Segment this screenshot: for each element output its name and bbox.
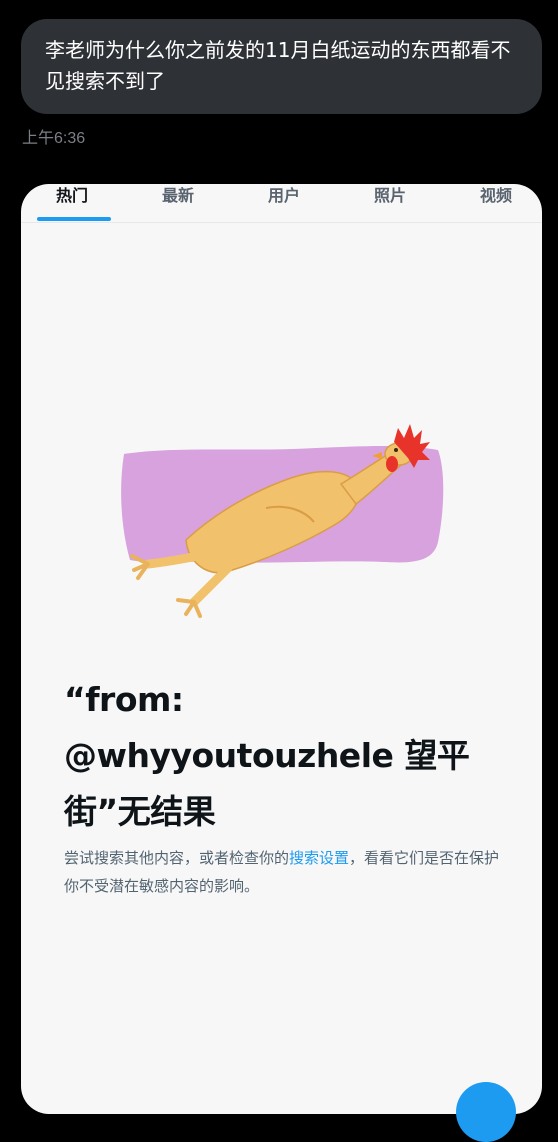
message-timestamp: 上午6:36 bbox=[22, 130, 86, 147]
tab-latest[interactable]: 最新 bbox=[162, 184, 194, 206]
active-tab-indicator bbox=[37, 217, 111, 221]
message-bubble: 李老师为什么你之前发的11月白纸运动的东西都看不见搜索不到了 bbox=[21, 19, 542, 114]
tab-top[interactable]: 热门 bbox=[56, 184, 88, 206]
screenshot-card: 热门 最新 用户 照片 视频 “from: @whyyoutouzhele 望平… bbox=[21, 184, 542, 1114]
rubber-chicken-icon bbox=[121, 424, 444, 618]
search-settings-link[interactable]: 搜索设置 bbox=[289, 849, 349, 867]
desc-text-before: 尝试搜索其他内容，或者检查你的 bbox=[64, 849, 290, 867]
compose-icon[interactable] bbox=[456, 1082, 516, 1142]
message-text: 李老师为什么你之前发的11月白纸运动的东西都看不见搜索不到了 bbox=[45, 38, 511, 93]
tab-people[interactable]: 用户 bbox=[268, 184, 300, 206]
search-tabs: 热门 最新 用户 照片 视频 bbox=[21, 184, 542, 223]
empty-state-heading: “from: @whyyoutouzhele 望平街”无结果 bbox=[64, 680, 470, 831]
tab-photos[interactable]: 照片 bbox=[374, 184, 406, 206]
tab-videos[interactable]: 视频 bbox=[480, 184, 512, 206]
empty-state-description: 尝试搜索其他内容，或者检查你的搜索设置，看看它们是否在保护你不受潜在敏感内容的影… bbox=[64, 844, 504, 900]
